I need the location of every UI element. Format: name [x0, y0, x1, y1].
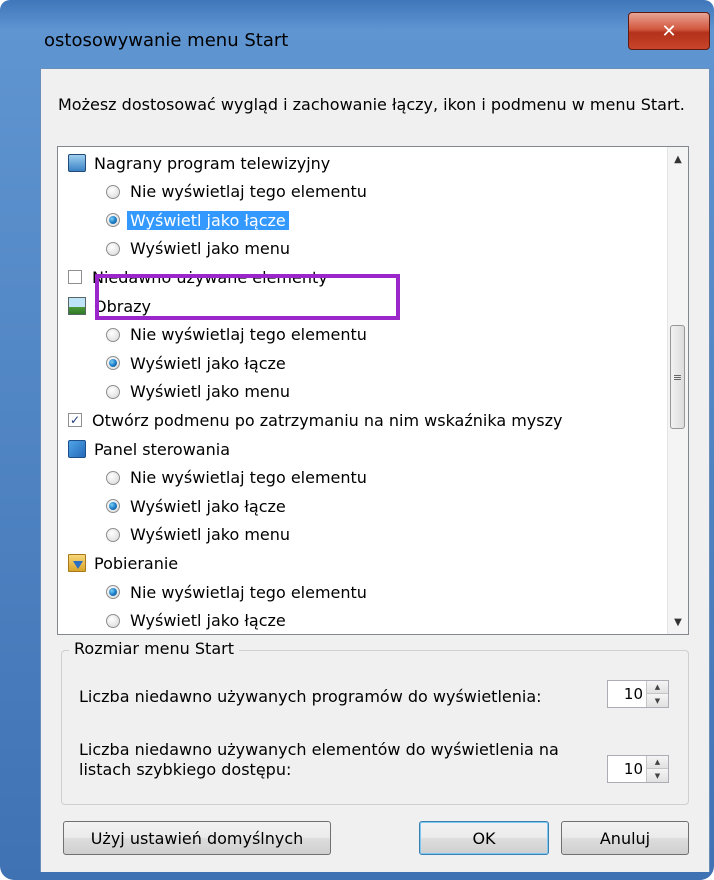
section-header: Panel sterowania [68, 435, 230, 463]
menu-size-group-label: Rozmiar menu Start [69, 639, 239, 658]
radio-option[interactable]: Wyświetl jako łącze [106, 607, 286, 634]
section-header: Pobieranie [68, 549, 178, 577]
grip-icon: ≡ [672, 370, 683, 384]
radio-option[interactable]: Wyświetl jako łącze [106, 349, 286, 377]
checkbox-option[interactable]: ✓ Otwórz podmenu po zatrzymaniu na nim ws… [68, 406, 562, 434]
stepper-down-icon[interactable]: ▼ [647, 694, 668, 707]
window-title: ostosowywanie menu Start [44, 30, 289, 51]
recent-items-label: Liczba niedawno używanych elementów do w… [79, 740, 559, 779]
radio-option[interactable]: Wyświetl jako łącze [106, 206, 289, 234]
radio-checked-icon[interactable] [106, 585, 120, 599]
tv-icon [68, 154, 86, 172]
section-header: Nagrany program telewizyjny [68, 149, 330, 177]
downloads-folder-icon [68, 554, 86, 573]
window-bottom-frame [40, 872, 710, 880]
recent-items-value[interactable]: 10 [608, 760, 643, 778]
recent-programs-value[interactable]: 10 [608, 685, 643, 703]
radio-option[interactable]: Wyświetl jako menu [106, 235, 290, 263]
control-panel-icon [68, 440, 86, 458]
radio-unchecked-icon[interactable] [106, 527, 120, 542]
radio-unchecked-icon[interactable] [106, 241, 120, 256]
option-label: Wyświetl jako łącze [130, 496, 286, 516]
option-label: Wyświetl jako menu [130, 382, 291, 402]
ok-button[interactable]: OK [419, 821, 549, 855]
section-header: Obrazy [68, 292, 151, 320]
checkbox-option[interactable]: Niedawno używane elementy [68, 263, 328, 291]
radio-option[interactable]: Nie wyświetlaj tego elementu [106, 578, 367, 606]
radio-checked-icon[interactable] [106, 356, 120, 371]
recent-programs-stepper[interactable]: 10 ▲ ▼ [607, 680, 669, 708]
vertical-scrollbar[interactable]: ▲ ≡ ▼ [667, 147, 688, 634]
radio-option[interactable]: Nie wyświetlaj tego elementu [106, 178, 367, 206]
radio-option[interactable]: Wyświetl jako menu [106, 378, 290, 406]
option-label: Obrazy [94, 296, 151, 316]
close-icon: ✕ [661, 20, 677, 42]
stepper-buttons: ▲ ▼ [646, 681, 668, 707]
dialog-window: ostosowywanie menu Start ✕ Możesz dostos… [0, 0, 714, 880]
scroll-up-arrow-icon[interactable]: ▲ [668, 149, 688, 169]
radio-checked-icon[interactable] [106, 213, 120, 228]
description-text: Możesz dostosować wygląd i zachowanie łą… [58, 95, 685, 114]
option-label: Wyświetl jako menu [130, 525, 291, 545]
option-label: Wyświetl jako łącze [130, 353, 286, 373]
radio-option[interactable]: Nie wyświetlaj tego elementu [106, 321, 367, 349]
menu-size-group [61, 650, 689, 805]
pictures-icon [68, 297, 86, 315]
use-defaults-button[interactable]: Użyj ustawień domyślnych [63, 821, 331, 855]
stepper-up-icon[interactable]: ▲ [647, 681, 668, 694]
option-label: Pobieranie [94, 553, 179, 573]
radio-unchecked-icon[interactable] [106, 613, 120, 628]
stepper-up-icon[interactable]: ▲ [647, 756, 668, 769]
scroll-down-arrow-icon[interactable]: ▼ [668, 612, 688, 632]
option-label: Otwórz podmenu po zatrzymaniu na nim wsk… [92, 410, 563, 430]
cancel-button[interactable]: Anuluj [561, 821, 689, 855]
close-button[interactable]: ✕ [628, 12, 710, 50]
option-label: Niedawno używane elementy [92, 267, 328, 287]
option-label: Nie wyświetlaj tego elementu [130, 182, 367, 202]
stepper-down-icon[interactable]: ▼ [647, 769, 668, 782]
recent-programs-label: Liczba niedawno używanych programów do w… [79, 687, 542, 706]
radio-unchecked-icon[interactable] [106, 327, 120, 342]
radio-checked-icon[interactable] [106, 499, 120, 514]
checkbox-checked-icon[interactable]: ✓ [68, 413, 82, 428]
option-label: Nie wyświetlaj tego elementu [130, 468, 367, 488]
option-label: Nagrany program telewizyjny [94, 153, 331, 173]
scroll-thumb[interactable]: ≡ [670, 325, 685, 429]
option-label: Wyświetl jako łącze [127, 210, 289, 230]
recent-items-stepper[interactable]: 10 ▲ ▼ [607, 755, 669, 783]
option-label: Wyświetl jako łącze [130, 611, 286, 631]
option-label: Nie wyświetlaj tego elementu [130, 582, 367, 602]
dialog-client-area: Możesz dostosować wygląd i zachowanie łą… [40, 68, 710, 873]
radio-unchecked-icon[interactable] [106, 470, 120, 485]
radio-option[interactable]: Wyświetl jako menu [106, 521, 290, 549]
title-bar[interactable]: ostosowywanie menu Start ✕ [0, 0, 714, 70]
option-label: Nie wyświetlaj tego elementu [130, 325, 367, 345]
radio-unchecked-icon[interactable] [106, 384, 120, 399]
option-label: Wyświetl jako menu [130, 239, 291, 259]
radio-unchecked-icon[interactable] [106, 184, 120, 199]
radio-option[interactable]: Wyświetl jako łącze [106, 492, 286, 520]
option-label: Panel sterowania [94, 439, 230, 459]
options-listbox[interactable]: Nagrany program telewizyjny Nie wyświetla… [57, 146, 689, 635]
stepper-buttons: ▲ ▼ [646, 756, 668, 782]
radio-option[interactable]: Nie wyświetlaj tego elementu [106, 464, 367, 492]
checkbox-unchecked-icon[interactable] [68, 270, 82, 285]
